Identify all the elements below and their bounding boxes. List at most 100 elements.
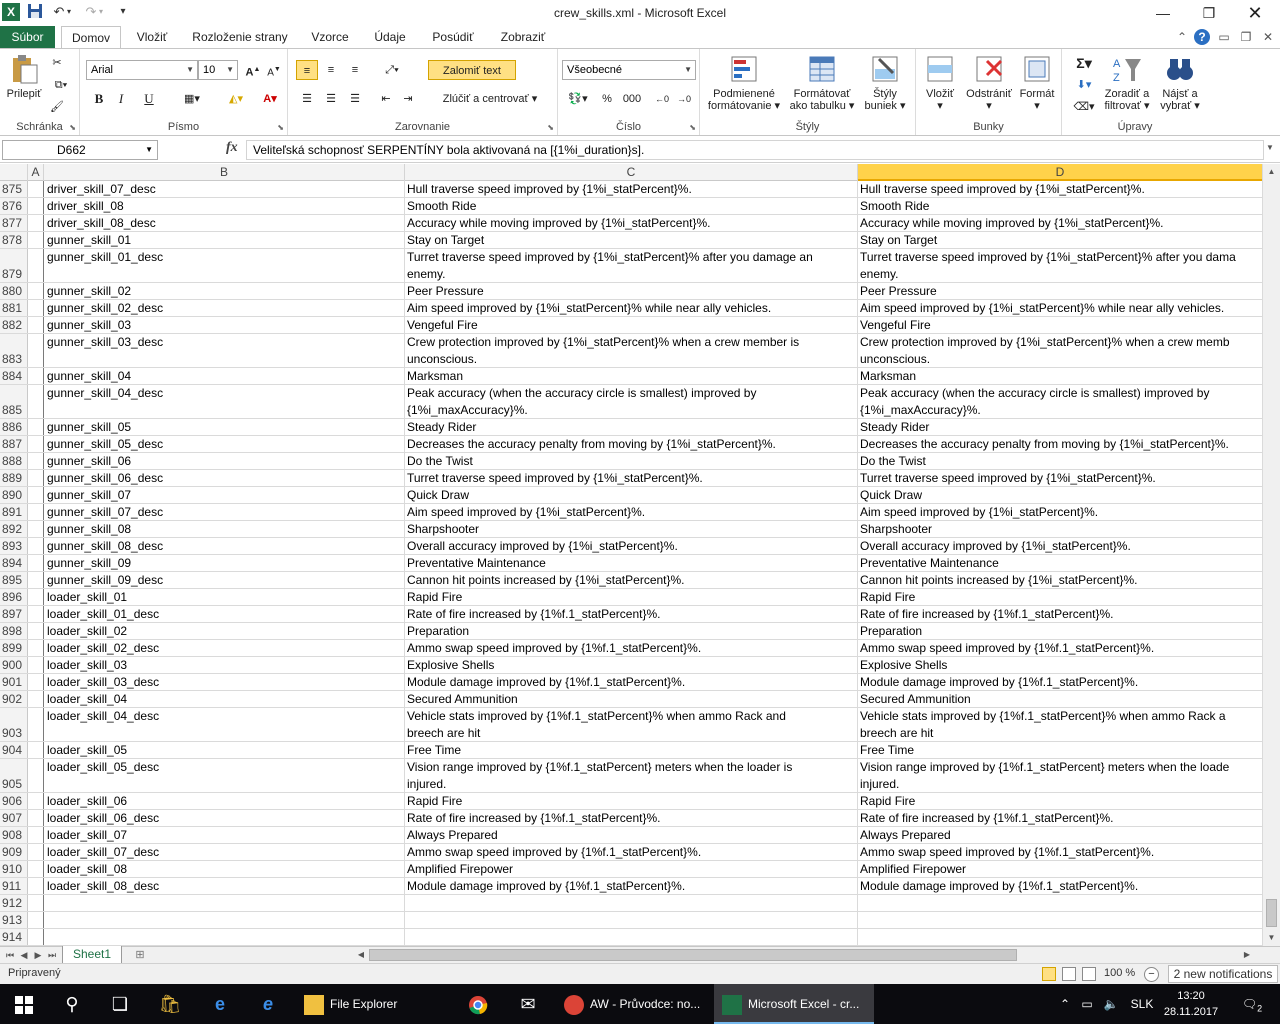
taskbar-excel-window[interactable]: Microsoft Excel - cr... — [714, 984, 874, 1024]
cell-d[interactable]: Module damage improved by {1%f.1_statPer… — [858, 674, 1262, 690]
cell-d[interactable]: Steady Rider — [858, 419, 1262, 435]
cell-b[interactable] — [44, 912, 405, 928]
row-header[interactable]: 895 — [0, 572, 28, 588]
cell-b[interactable]: gunner_skill_04_desc — [44, 385, 405, 418]
sort-filter-button[interactable]: AZ Zoradiť a filtrovať ▾ — [1100, 53, 1154, 112]
cell-c[interactable]: Stay on Target — [405, 232, 858, 248]
cell-d[interactable]: Aim speed improved by {1%i_statPercent}%… — [858, 300, 1262, 316]
decrease-decimal-icon[interactable]: →0 — [674, 89, 694, 109]
worksheet-grid[interactable]: A B C D 875 driver_skill_07_desc Hull trav… — [0, 164, 1262, 946]
zoom-level[interactable]: 100 % — [1104, 967, 1135, 979]
cell-d[interactable]: Always Prepared — [858, 827, 1262, 843]
cell-b[interactable]: gunner_skill_05 — [44, 419, 405, 435]
fill-icon[interactable]: ⬇▾ — [1070, 75, 1098, 95]
row-header[interactable]: 901 — [0, 674, 28, 690]
notifications-badge[interactable]: 2 new notifications — [1168, 965, 1278, 983]
borders-icon[interactable]: ▦▾ — [178, 89, 206, 109]
underline-button[interactable]: U — [136, 89, 162, 109]
edge-icon[interactable]: e — [196, 984, 244, 1024]
cell-d[interactable]: Module damage improved by {1%f.1_statPer… — [858, 878, 1262, 894]
increase-decimal-icon[interactable]: ←0 — [652, 89, 672, 109]
cell-a[interactable] — [28, 232, 44, 248]
cell-b[interactable]: loader_skill_06_desc — [44, 810, 405, 826]
tab-formulas[interactable]: Vzorce — [304, 26, 356, 48]
cell-a[interactable] — [28, 810, 44, 826]
cell-c[interactable]: Vision range improved by {1%f.1_statPerc… — [405, 759, 858, 792]
cell-a[interactable] — [28, 793, 44, 809]
cell-a[interactable] — [28, 538, 44, 554]
cell-d[interactable]: Stay on Target — [858, 232, 1262, 248]
minimize-icon[interactable]: — — [1140, 0, 1186, 26]
cell-c[interactable]: Vengeful Fire — [405, 317, 858, 333]
row-header[interactable]: 877 — [0, 215, 28, 231]
cell-d[interactable]: Explosive Shells — [858, 657, 1262, 673]
cell-b[interactable]: loader_skill_08 — [44, 861, 405, 877]
cell-b[interactable]: driver_skill_08 — [44, 198, 405, 214]
cell-c[interactable]: Hull traverse speed improved by {1%i_sta… — [405, 181, 858, 197]
sheet-tab-sheet1[interactable]: Sheet1 — [62, 946, 122, 964]
mail-icon[interactable]: ✉ — [504, 984, 552, 1024]
font-color-icon[interactable]: A▾ — [256, 89, 284, 109]
cell-d[interactable]: Cannon hit points increased by {1%i_stat… — [858, 572, 1262, 588]
cell-c[interactable]: Rate of fire increased by {1%f.1_statPer… — [405, 606, 858, 622]
cell-d[interactable]: Marksman — [858, 368, 1262, 384]
scroll-right-icon[interactable]: ▶ — [1241, 948, 1253, 962]
normal-view-icon[interactable] — [1042, 967, 1056, 981]
cell-c[interactable]: Do the Twist — [405, 453, 858, 469]
cell-c[interactable]: Rate of fire increased by {1%f.1_statPer… — [405, 810, 858, 826]
cell-d[interactable]: Peak accuracy (when the accuracy circle … — [858, 385, 1262, 418]
formula-input[interactable]: Veliteľská schopnosť SERPENTÍNY bola akt… — [246, 140, 1264, 160]
horizontal-scroll-thumb[interactable] — [369, 949, 1017, 961]
cell-d[interactable]: Decreases the accuracy penalty from movi… — [858, 436, 1262, 452]
cell-a[interactable] — [28, 453, 44, 469]
page-layout-view-icon[interactable] — [1062, 967, 1076, 981]
tab-file[interactable]: Súbor — [0, 26, 55, 48]
column-header-a[interactable]: A — [28, 164, 44, 181]
cell-b[interactable]: gunner_skill_06_desc — [44, 470, 405, 486]
cell-b[interactable]: loader_skill_06 — [44, 793, 405, 809]
cell-c[interactable] — [405, 895, 858, 911]
row-header[interactable]: 913 — [0, 912, 28, 928]
cell-b[interactable]: loader_skill_04 — [44, 691, 405, 707]
row-header[interactable]: 897 — [0, 606, 28, 622]
cell-b[interactable] — [44, 929, 405, 945]
cell-a[interactable] — [28, 283, 44, 299]
cell-d[interactable]: Vehicle stats improved by {1%f.1_statPer… — [858, 708, 1262, 741]
cell-b[interactable]: loader_skill_01 — [44, 589, 405, 605]
cell-b[interactable]: driver_skill_08_desc — [44, 215, 405, 231]
dialog-launcher-icon[interactable]: ⬊ — [69, 123, 76, 132]
cell-c[interactable]: Marksman — [405, 368, 858, 384]
align-center-icon[interactable]: ☰ — [320, 89, 342, 109]
cell-c[interactable]: Ammo swap speed improved by {1%f.1_statP… — [405, 844, 858, 860]
scroll-down-icon[interactable]: ▼ — [1263, 930, 1280, 946]
cell-d[interactable]: Secured Ammunition — [858, 691, 1262, 707]
scroll-up-icon[interactable]: ▲ — [1263, 164, 1280, 180]
taskbar-chrome-window[interactable]: AW - Průvodce: no... — [556, 984, 710, 1024]
cell-a[interactable] — [28, 657, 44, 673]
cell-d[interactable]: Overall accuracy improved by {1%i_statPe… — [858, 538, 1262, 554]
decrease-indent-icon[interactable]: ⇤ — [376, 89, 396, 109]
align-middle-icon[interactable]: ≡ — [320, 60, 342, 80]
cell-b[interactable]: gunner_skill_07_desc — [44, 504, 405, 520]
cell-d[interactable]: Ammo swap speed improved by {1%f.1_statP… — [858, 844, 1262, 860]
cell-a[interactable] — [28, 844, 44, 860]
dialog-launcher-icon[interactable]: ⬊ — [689, 123, 696, 132]
cell-d[interactable]: Accuracy while moving improved by {1%i_s… — [858, 215, 1262, 231]
cell-b[interactable]: gunner_skill_02 — [44, 283, 405, 299]
row-header[interactable]: 909 — [0, 844, 28, 860]
cell-a[interactable] — [28, 436, 44, 452]
row-header[interactable]: 887 — [0, 436, 28, 452]
cell-d[interactable]: Crew protection improved by {1%i_statPer… — [858, 334, 1262, 367]
cell-d[interactable]: Preventative Maintenance — [858, 555, 1262, 571]
cell-c[interactable]: Preventative Maintenance — [405, 555, 858, 571]
cell-a[interactable] — [28, 572, 44, 588]
cell-a[interactable] — [28, 470, 44, 486]
page-break-view-icon[interactable] — [1082, 967, 1096, 981]
row-header[interactable]: 891 — [0, 504, 28, 520]
cell-c[interactable]: Rapid Fire — [405, 793, 858, 809]
new-sheet-icon[interactable]: ⊞ — [130, 947, 150, 963]
cell-c[interactable]: Smooth Ride — [405, 198, 858, 214]
percent-button[interactable]: % — [598, 89, 616, 109]
cell-c[interactable]: Accuracy while moving improved by {1%i_s… — [405, 215, 858, 231]
currency-icon[interactable]: 💱▾ — [564, 89, 592, 109]
